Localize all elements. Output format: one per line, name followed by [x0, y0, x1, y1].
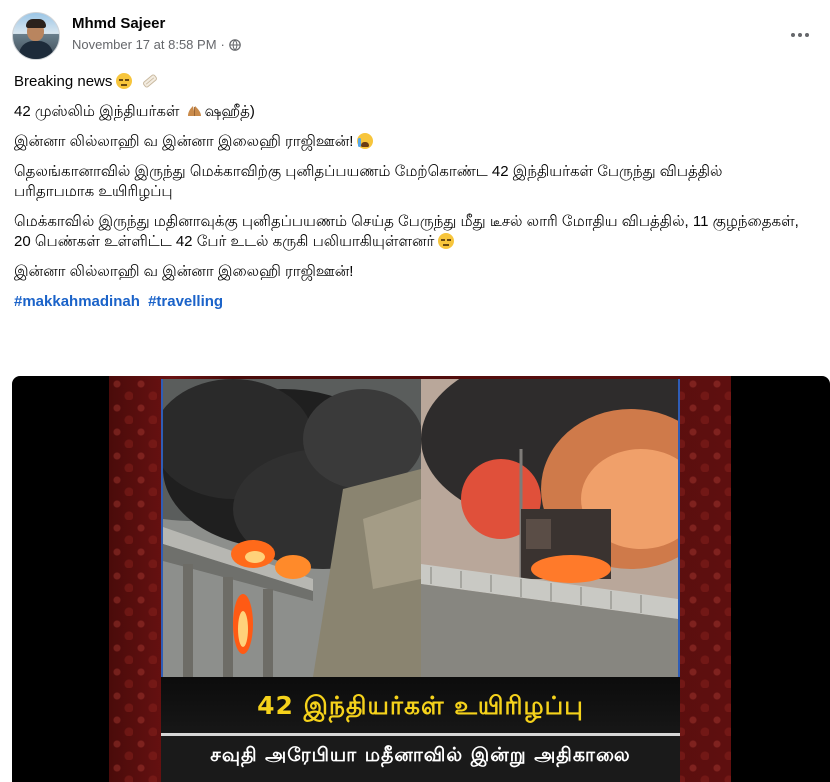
details-text: மெக்காவில் இருந்து மதினாவுக்கு புனிதப்பய…: [14, 213, 799, 250]
text-line-breaking: Breaking news: [14, 72, 804, 92]
text-line-martyrs: 42 முஸ்லிம் இந்தியர்கள் ஷஹீத்): [14, 102, 804, 122]
post-text: Breaking news 42 முஸ்லிம் இந்தியர்கள் ஷஹ…: [14, 72, 804, 322]
caption-headline: 42 இந்தியர்கள் உயிரிழப்பு: [257, 691, 584, 720]
facebook-post: Mhmd Sajeer November 17 at 8:58 PM · Bre…: [0, 0, 830, 782]
martyrs-suffix: ஷஹீத்): [204, 103, 255, 120]
hashtag-makkahmadinah[interactable]: #makkahmadinah: [14, 293, 140, 310]
post-meta: November 17 at 8:58 PM ·: [72, 37, 241, 52]
text-line-headline: தெலங்கானாவில் இருந்து மெக்காவிற்கு புனித…: [14, 163, 723, 200]
bridge-fire-photo-left: [161, 379, 421, 677]
news-graphic-frame: 42 இந்தியர்கள் உயிரிழப்பு சவுதி அரேபியா …: [109, 376, 731, 782]
praying-hands-icon: [187, 106, 201, 116]
post-media-video[interactable]: 42 இந்தியர்கள் உயிரிழப்பு சவுதி அரேபியா …: [12, 376, 830, 782]
newspaper-scroll-icon: [142, 74, 157, 88]
more-options-button[interactable]: [782, 20, 818, 50]
post-timestamp[interactable]: November 17 at 8:58 PM: [72, 37, 217, 52]
text-line-details: மெக்காவில் இருந்து மதினாவுக்கு புனிதப்பய…: [14, 212, 804, 252]
post-header: Mhmd Sajeer November 17 at 8:58 PM ·: [10, 12, 820, 62]
caption-subline: சவுதி அரேபியா மதீனாவில் இன்று அதிகாலை: [210, 744, 631, 766]
hashtags: #makkahmadinah #travelling: [14, 292, 804, 312]
avatar[interactable]: [12, 12, 60, 60]
text-line-dua-2: இன்னா லில்லாஹி வ இன்னா இலைஹி ராஜிஊன்!: [14, 263, 354, 280]
text-line-dua: இன்னா லில்லாஹி வ இன்னா இலைஹி ராஜிஊன்!: [14, 132, 804, 152]
meta-separator: ·: [220, 37, 225, 52]
martyrs-text: 42 முஸ்லிம் இந்தியர்கள்: [14, 103, 180, 120]
author-name[interactable]: Mhmd Sajeer: [72, 15, 165, 32]
bridge-fire-photo-right: [421, 379, 680, 677]
dua-text: இன்னா லில்லாஹி வ இன்னா இலைஹி ராஜிஊன்!: [14, 133, 354, 150]
pensive-face-icon: [116, 73, 133, 89]
more-options-icon: [791, 33, 795, 37]
breaking-news-text: Breaking news: [14, 73, 113, 90]
news-caption: 42 இந்தியர்கள் உயிரிழப்பு சவுதி அரேபியா …: [161, 677, 680, 782]
hashtag-travelling[interactable]: #travelling: [148, 293, 223, 310]
pensive-face-icon: [438, 233, 455, 249]
crying-face-icon: [357, 133, 374, 149]
globe-icon[interactable]: [229, 38, 241, 51]
